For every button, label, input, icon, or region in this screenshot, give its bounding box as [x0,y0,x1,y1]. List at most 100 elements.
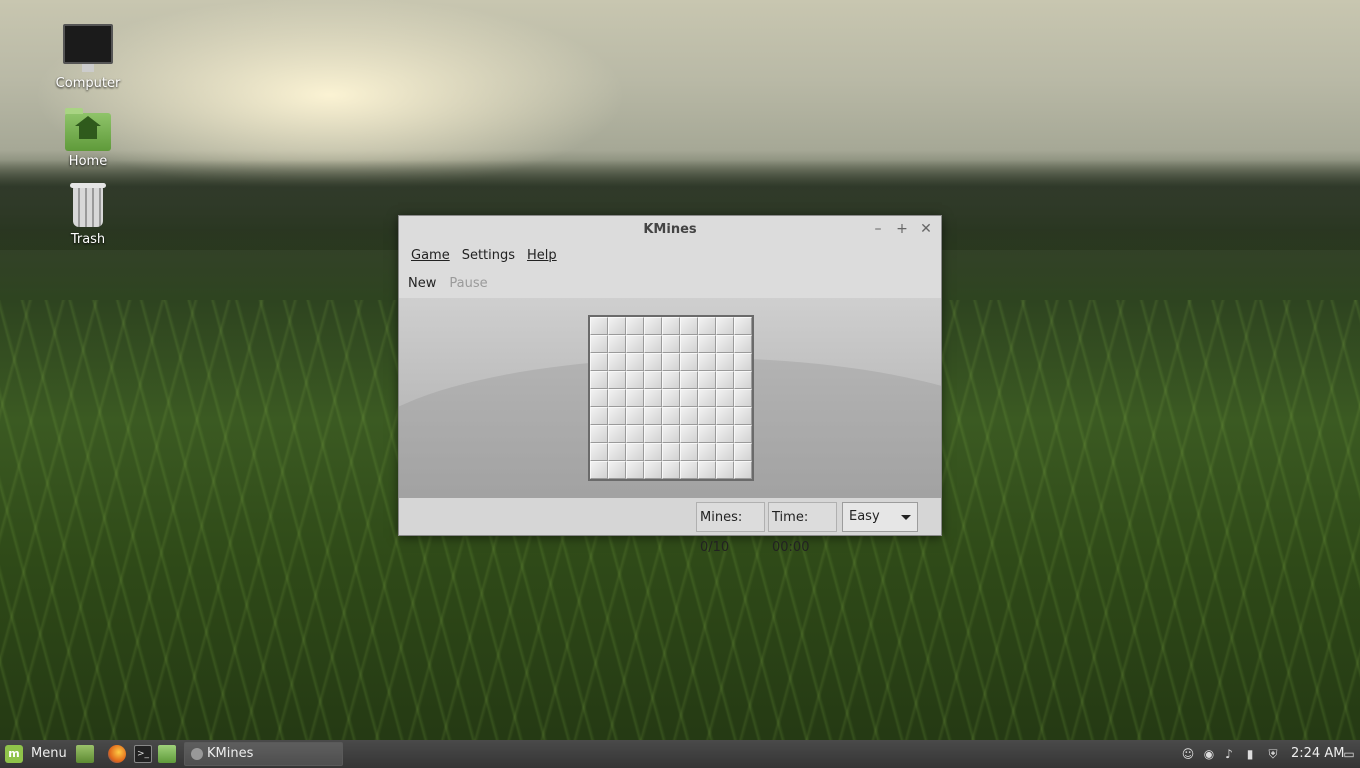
mine-cell[interactable] [716,443,734,461]
mine-cell[interactable] [734,443,752,461]
mine-cell[interactable] [626,461,644,479]
mine-cell[interactable] [716,425,734,443]
mine-cell[interactable] [644,335,662,353]
mine-cell[interactable] [590,407,608,425]
menu-help[interactable]: Help [527,248,557,263]
user-icon[interactable]: ☺ [1181,747,1195,761]
mine-cell[interactable] [698,353,716,371]
minimize-button[interactable]: – [869,220,887,238]
mine-cell[interactable] [608,371,626,389]
mine-cell[interactable] [716,335,734,353]
mine-cell[interactable] [644,407,662,425]
mine-cell[interactable] [608,389,626,407]
mine-cell[interactable] [734,407,752,425]
mine-cell[interactable] [680,389,698,407]
mine-cell[interactable] [608,407,626,425]
mine-cell[interactable] [662,389,680,407]
mine-cell[interactable] [644,371,662,389]
mine-cell[interactable] [590,317,608,335]
mine-cell[interactable] [626,353,644,371]
mine-cell[interactable] [662,425,680,443]
mine-cell[interactable] [644,317,662,335]
mine-cell[interactable] [626,425,644,443]
mine-cell[interactable] [608,425,626,443]
mine-cell[interactable] [590,389,608,407]
desktop-icon-home[interactable]: Home [43,108,133,169]
mine-cell[interactable] [644,389,662,407]
mine-cell[interactable] [716,461,734,479]
mine-cell[interactable] [608,335,626,353]
mine-cell[interactable] [626,335,644,353]
mine-cell[interactable] [626,371,644,389]
mine-cell[interactable] [662,407,680,425]
mine-cell[interactable] [734,425,752,443]
mine-cell[interactable] [680,335,698,353]
shield-icon[interactable]: ⛨ [1266,747,1280,761]
mine-cell[interactable] [608,443,626,461]
mine-cell[interactable] [590,425,608,443]
mine-cell[interactable] [698,407,716,425]
mine-cell[interactable] [680,407,698,425]
close-button[interactable]: ✕ [917,220,935,238]
mine-cell[interactable] [662,335,680,353]
maximize-button[interactable]: + [893,220,911,238]
mine-cell[interactable] [734,335,752,353]
mine-cell[interactable] [716,317,734,335]
mine-cell[interactable] [698,425,716,443]
mint-logo-icon[interactable]: m [5,745,23,763]
mine-cell[interactable] [662,443,680,461]
menu-settings[interactable]: Settings [462,248,515,263]
show-desktop-icon[interactable] [76,745,94,763]
mine-cell[interactable] [644,425,662,443]
mine-cell[interactable] [734,353,752,371]
mine-cell[interactable] [644,461,662,479]
mine-cell[interactable] [608,353,626,371]
mine-cell[interactable] [662,461,680,479]
mine-cell[interactable] [716,353,734,371]
window-titlebar[interactable]: KMines – + ✕ [399,216,941,242]
difficulty-select[interactable]: Easy [842,502,918,532]
mine-cell[interactable] [590,371,608,389]
mine-cell[interactable] [680,371,698,389]
mine-cell[interactable] [716,371,734,389]
taskbar-item-kmines[interactable]: KMines [184,742,343,766]
mine-cell[interactable] [734,371,752,389]
mine-cell[interactable] [698,317,716,335]
mine-cell[interactable] [644,353,662,371]
mine-cell[interactable] [644,443,662,461]
menu-button[interactable]: Menu [31,746,67,761]
mine-cell[interactable] [590,461,608,479]
terminal-icon[interactable]: >_ [134,745,152,763]
mine-cell[interactable] [680,443,698,461]
clock[interactable]: 2:24 AM [1291,746,1344,761]
mine-cell[interactable] [716,407,734,425]
firefox-icon[interactable] [108,745,126,763]
mine-cell[interactable] [662,317,680,335]
mine-cell[interactable] [626,317,644,335]
new-game-button[interactable]: New [408,276,436,291]
mine-cell[interactable] [716,389,734,407]
mine-cell[interactable] [662,371,680,389]
mine-cell[interactable] [626,443,644,461]
display-icon[interactable]: ▭ [1342,747,1356,761]
mine-cell[interactable] [680,353,698,371]
mine-cell[interactable] [698,371,716,389]
mine-cell[interactable] [680,317,698,335]
files-icon[interactable] [158,745,176,763]
mine-cell[interactable] [590,443,608,461]
mine-cell[interactable] [734,389,752,407]
mine-cell[interactable] [734,317,752,335]
desktop-icon-trash[interactable]: Trash [43,183,133,247]
menu-game[interactable]: Game [411,248,450,263]
mine-cell[interactable] [734,461,752,479]
mine-cell[interactable] [590,353,608,371]
volume-icon[interactable]: ♪ [1222,747,1236,761]
mine-cell[interactable] [626,407,644,425]
mine-cell[interactable] [698,443,716,461]
mine-cell[interactable] [590,335,608,353]
wifi-icon[interactable]: ◉ [1202,747,1216,761]
mine-cell[interactable] [680,461,698,479]
pause-button[interactable]: Pause [449,276,487,291]
mine-cell[interactable] [698,461,716,479]
mine-cell[interactable] [608,461,626,479]
